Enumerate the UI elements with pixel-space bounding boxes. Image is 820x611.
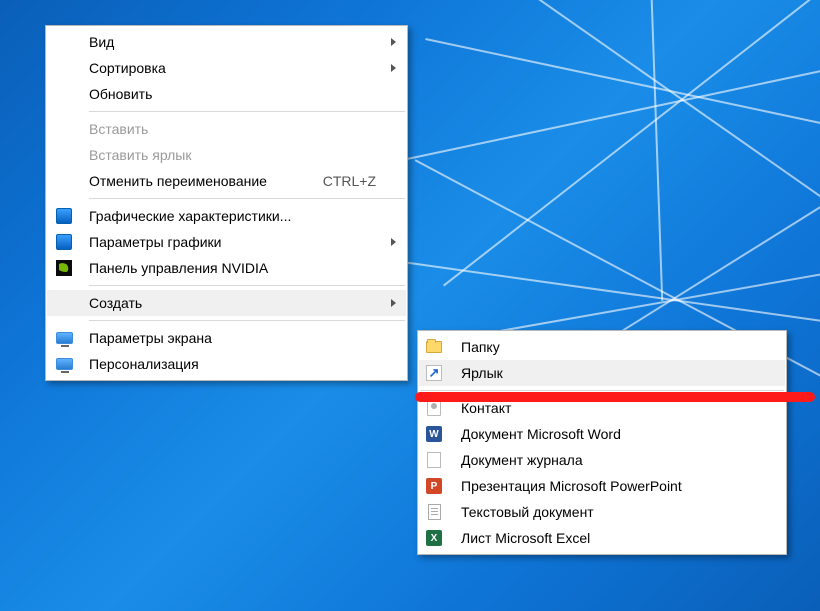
shortcut-icon: ↗ — [425, 364, 443, 382]
menu-label: Папку — [461, 339, 755, 355]
menu-label: Параметры графики — [89, 234, 376, 250]
menu-label: Графические характеристики... — [89, 208, 376, 224]
journal-icon — [425, 451, 443, 469]
new-submenu: Папку ↗ Ярлык Контакт W Документ Microso… — [417, 330, 787, 555]
intel-graphics-icon — [55, 233, 73, 251]
menu-label: Параметры экрана — [89, 330, 376, 346]
submenu-item-excel-sheet[interactable]: X Лист Microsoft Excel — [419, 525, 785, 551]
chevron-right-icon — [391, 299, 396, 307]
menu-item-paste: Вставить — [47, 116, 406, 142]
menu-item-undo-rename[interactable]: Отменить переименование CTRL+Z — [47, 168, 406, 194]
menu-label: Сортировка — [89, 60, 376, 76]
nvidia-icon — [55, 259, 73, 277]
menu-separator — [89, 111, 405, 112]
menu-label: Вставить — [89, 121, 376, 137]
submenu-item-shortcut[interactable]: ↗ Ярлык — [419, 360, 785, 386]
text-file-icon — [425, 503, 443, 521]
menu-item-intel-graphics-options[interactable]: Параметры графики — [47, 229, 406, 255]
chevron-right-icon — [391, 38, 396, 46]
menu-label: Ярлык — [461, 365, 755, 381]
intel-graphics-icon — [55, 207, 73, 225]
menu-label: Контакт — [461, 400, 755, 416]
menu-label: Персонализация — [89, 356, 376, 372]
menu-label: Презентация Microsoft PowerPoint — [461, 478, 755, 494]
menu-separator — [89, 320, 405, 321]
menu-label: Документ Microsoft Word — [461, 426, 755, 442]
menu-item-new[interactable]: Создать — [47, 290, 406, 316]
word-icon: W — [425, 425, 443, 443]
desktop-context-menu: Вид Сортировка Обновить Вставить Вставит… — [45, 25, 408, 381]
submenu-item-powerpoint-presentation[interactable]: P Презентация Microsoft PowerPoint — [419, 473, 785, 499]
menu-item-personalize[interactable]: Персонализация — [47, 351, 406, 377]
menu-label: Обновить — [89, 86, 376, 102]
chevron-right-icon — [391, 64, 396, 72]
submenu-item-text-document[interactable]: Текстовый документ — [419, 499, 785, 525]
menu-item-refresh[interactable]: Обновить — [47, 81, 406, 107]
menu-item-view[interactable]: Вид — [47, 29, 406, 55]
menu-label: Создать — [89, 295, 376, 311]
submenu-item-word-document[interactable]: W Документ Microsoft Word — [419, 421, 785, 447]
menu-label: Вид — [89, 34, 376, 50]
chevron-right-icon — [391, 238, 396, 246]
annotation-highlight — [415, 392, 815, 402]
menu-item-intel-graphics-properties[interactable]: Графические характеристики... — [47, 203, 406, 229]
monitor-icon — [55, 329, 73, 347]
menu-item-paste-shortcut: Вставить ярлык — [47, 142, 406, 168]
folder-icon — [425, 338, 443, 356]
menu-shortcut: CTRL+Z — [323, 173, 376, 189]
submenu-item-journal-document[interactable]: Документ журнала — [419, 447, 785, 473]
menu-label: Вставить ярлык — [89, 147, 376, 163]
menu-item-nvidia-control-panel[interactable]: Панель управления NVIDIA — [47, 255, 406, 281]
menu-separator — [89, 285, 405, 286]
monitor-icon — [55, 355, 73, 373]
excel-icon: X — [425, 529, 443, 547]
menu-separator — [89, 198, 405, 199]
menu-label: Лист Microsoft Excel — [461, 530, 755, 546]
menu-item-sort[interactable]: Сортировка — [47, 55, 406, 81]
menu-item-display-settings[interactable]: Параметры экрана — [47, 325, 406, 351]
menu-separator — [420, 390, 784, 391]
menu-label: Отменить переименование — [89, 173, 303, 189]
menu-label: Панель управления NVIDIA — [89, 260, 376, 276]
menu-label: Документ журнала — [461, 452, 755, 468]
powerpoint-icon: P — [425, 477, 443, 495]
submenu-item-folder[interactable]: Папку — [419, 334, 785, 360]
menu-label: Текстовый документ — [461, 504, 755, 520]
